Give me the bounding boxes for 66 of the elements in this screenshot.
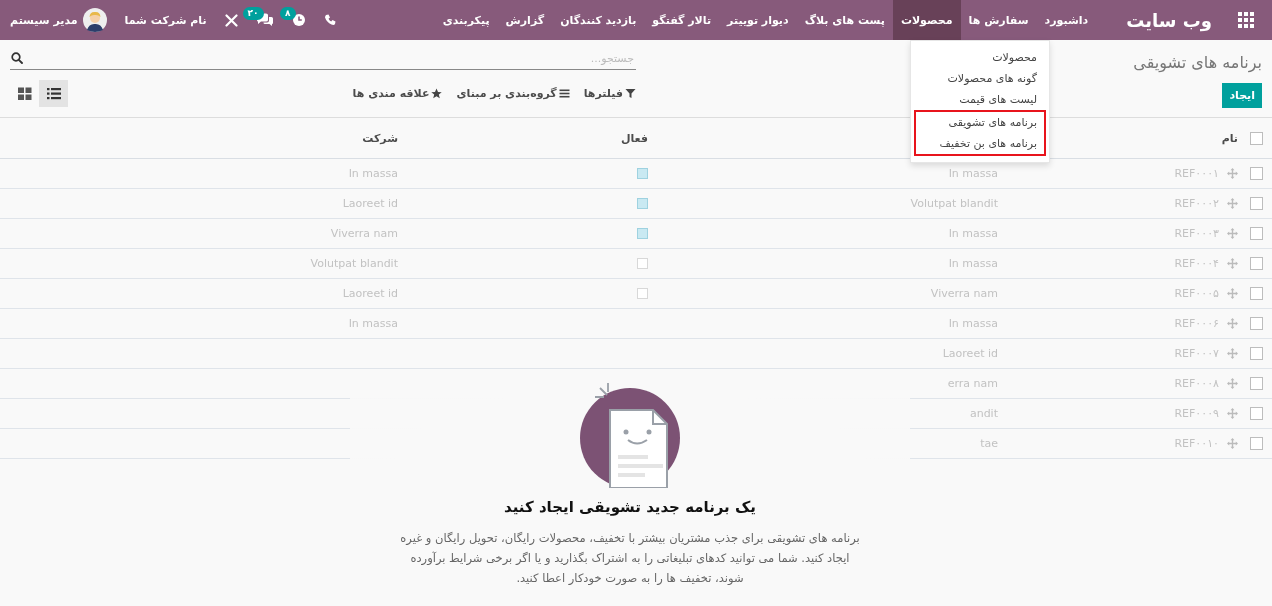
filter-toggle[interactable]: فیلترها xyxy=(583,85,636,102)
drag-handle-icon[interactable] xyxy=(1227,408,1238,419)
checkbox[interactable] xyxy=(1249,407,1263,420)
count-badge: ۸ xyxy=(280,7,296,20)
user-menu[interactable]: مدیر سیستم xyxy=(10,8,107,32)
search-field[interactable]: جستجو... xyxy=(10,48,636,70)
column-header[interactable]: فعال xyxy=(620,131,648,145)
checkbox[interactable] xyxy=(1249,317,1263,330)
menu-item[interactable]: پست های بلاگ xyxy=(796,0,893,40)
menu-item[interactable]: دیوار توییتر xyxy=(719,0,797,40)
helper-text: برنامه های تشویقی برای جذب مشتریان بیشتر با تخفیف، محصولات رایگان، تحویل رایگان و غیره ایجاد کنید. شما می توانید کدهای تبلیغاتی را به اشتراک بگذارید و یا اگر برخی شرایط برآورده شوند، تخفیف ها را به صورت خودکار اعطا کنید. xyxy=(399,530,861,587)
checkbox[interactable] xyxy=(1249,227,1263,240)
drag-handle-icon[interactable] xyxy=(1227,228,1238,239)
star-icon xyxy=(431,88,443,99)
menu-item[interactable]: بازدید کنندگان xyxy=(552,0,645,40)
avatar-icon xyxy=(82,8,107,32)
checkbox[interactable] xyxy=(637,198,648,209)
menu-item[interactable]: سفارش ها xyxy=(960,0,1037,40)
checkbox[interactable] xyxy=(1249,347,1263,360)
checkbox[interactable] xyxy=(1249,167,1263,180)
filter-toggle[interactable]: علاقه مندی ها xyxy=(352,85,443,102)
menu-item[interactable]: برنامه های تشویقی xyxy=(916,112,1044,133)
column-header[interactable]: شرکت xyxy=(362,131,398,145)
funnel-icon xyxy=(625,88,636,99)
company-switcher[interactable]: نام شرکت شما xyxy=(124,13,207,27)
menu-item[interactable]: پیکربندی xyxy=(434,0,498,40)
filter-toggle[interactable]: گروه‌بندی بر مبنای xyxy=(456,85,570,102)
checkbox[interactable] xyxy=(1249,287,1263,300)
bars-icon xyxy=(558,88,570,99)
helper-title: یک برنامه جدید تشویقی ایجاد کنید xyxy=(504,498,756,516)
drag-handle-icon[interactable] xyxy=(1227,198,1238,209)
menu-item[interactable]: داشبورد xyxy=(1036,0,1097,40)
checkbox[interactable] xyxy=(1249,131,1263,145)
checkbox[interactable] xyxy=(637,228,648,239)
apps-icon[interactable] xyxy=(1238,12,1254,28)
phone-icon[interactable] xyxy=(323,14,336,26)
drag-handle-icon[interactable] xyxy=(1227,348,1238,359)
checkbox[interactable] xyxy=(637,288,648,299)
drag-handle-icon[interactable] xyxy=(1227,378,1238,389)
menu-item[interactable]: محصولات xyxy=(911,47,1049,68)
checkbox[interactable] xyxy=(1249,377,1263,390)
menu-item[interactable]: گونه های محصولات xyxy=(911,68,1049,89)
count-badge: ۲۰ xyxy=(242,7,264,20)
menu-item[interactable]: گزارش xyxy=(497,0,553,40)
checkbox[interactable] xyxy=(1249,257,1263,270)
app-title[interactable]: وب سایت xyxy=(1118,9,1220,31)
drag-handle-icon[interactable] xyxy=(1227,288,1238,299)
menu-item[interactable]: محصولات xyxy=(892,0,961,40)
grid-icon xyxy=(17,87,32,100)
column-header[interactable]: نام xyxy=(1221,131,1238,145)
checkbox[interactable] xyxy=(1249,197,1263,210)
drag-handle-icon[interactable] xyxy=(1227,438,1238,449)
menu-item[interactable]: برنامه های بن تخفیف xyxy=(916,133,1044,154)
menu-item[interactable]: تالار گفتگو xyxy=(644,0,720,40)
checkbox[interactable] xyxy=(637,168,648,179)
drag-handle-icon[interactable] xyxy=(1227,318,1238,329)
view-switch[interactable] xyxy=(39,80,68,107)
clock-icon[interactable] xyxy=(291,13,306,27)
drag-handle-icon[interactable] xyxy=(1227,168,1238,179)
checkbox[interactable] xyxy=(1249,437,1263,450)
checkbox[interactable] xyxy=(637,258,648,269)
drag-handle-icon[interactable] xyxy=(1227,258,1238,269)
search-icon xyxy=(11,52,23,64)
list-icon xyxy=(46,87,61,100)
breadcrumb-title: برنامه های تشویقی xyxy=(1133,52,1262,74)
menu-item[interactable]: لیست های قیمت xyxy=(911,89,1049,110)
